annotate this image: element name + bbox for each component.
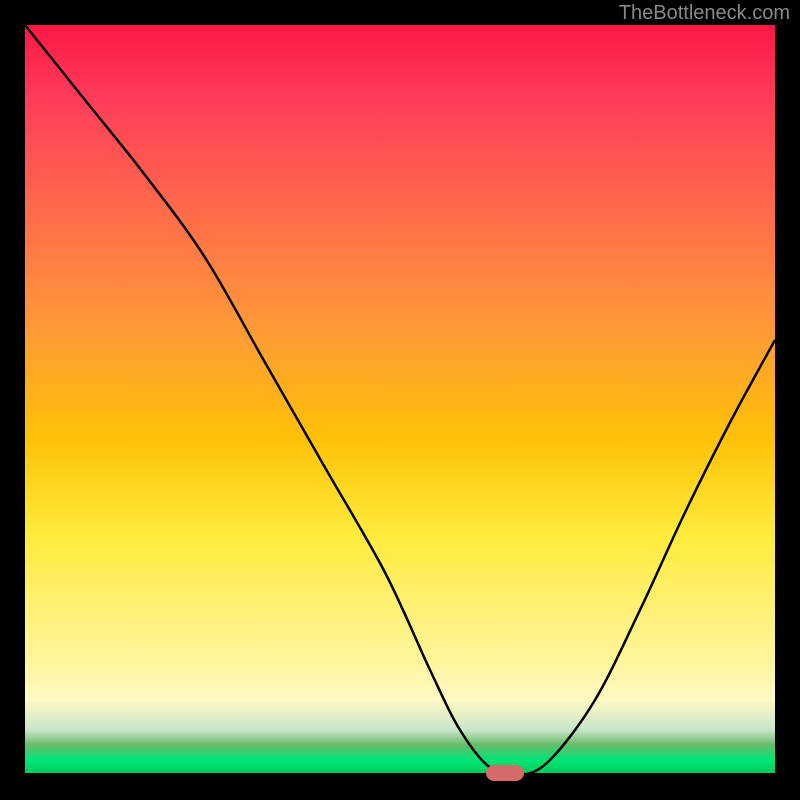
bottleneck-curve-path [25, 25, 775, 775]
watermark-text: TheBottleneck.com [619, 2, 790, 25]
optimal-marker [486, 765, 524, 781]
chart-container [25, 25, 775, 775]
chart-curve-svg [25, 25, 775, 775]
